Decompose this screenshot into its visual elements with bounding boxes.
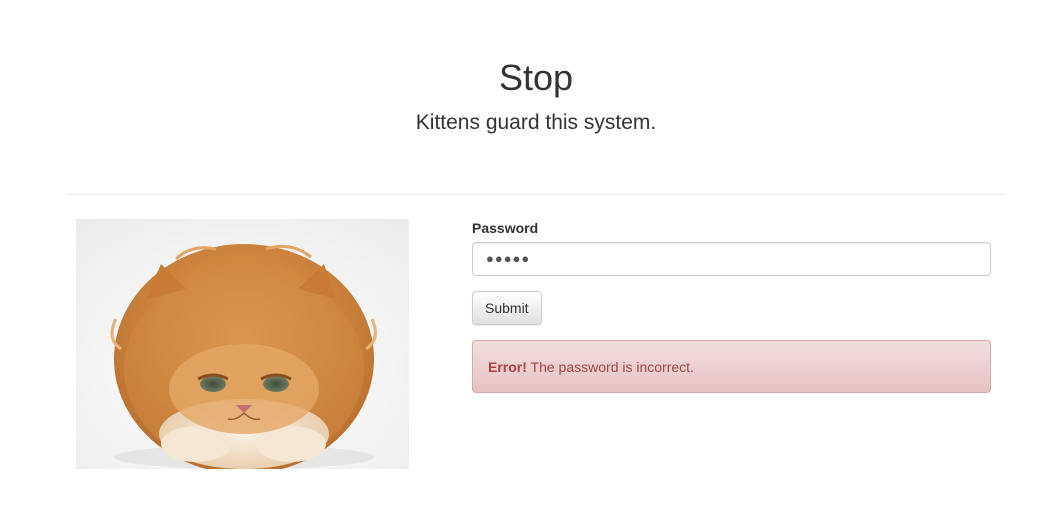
page-title: Stop xyxy=(498,57,574,98)
divider xyxy=(66,194,1006,195)
error-alert-strong: Error! xyxy=(488,359,527,375)
error-alert: Error! The password is incorrect. xyxy=(472,340,991,393)
error-alert-message: The password is incorrect. xyxy=(530,359,694,375)
login-form: Password ●●●●● Submit Error! The passwor… xyxy=(472,218,991,393)
page: Stop Kittens guard this system. Password… xyxy=(0,0,1041,515)
submit-button[interactable]: Submit xyxy=(472,291,542,325)
page-subtitle: Kittens guard this system. xyxy=(415,111,657,134)
kitten-photo xyxy=(76,219,409,469)
password-label: Password xyxy=(472,220,539,236)
password-input[interactable]: ●●●●● xyxy=(472,242,991,276)
password-masked-value: ●●●●● xyxy=(486,251,531,266)
